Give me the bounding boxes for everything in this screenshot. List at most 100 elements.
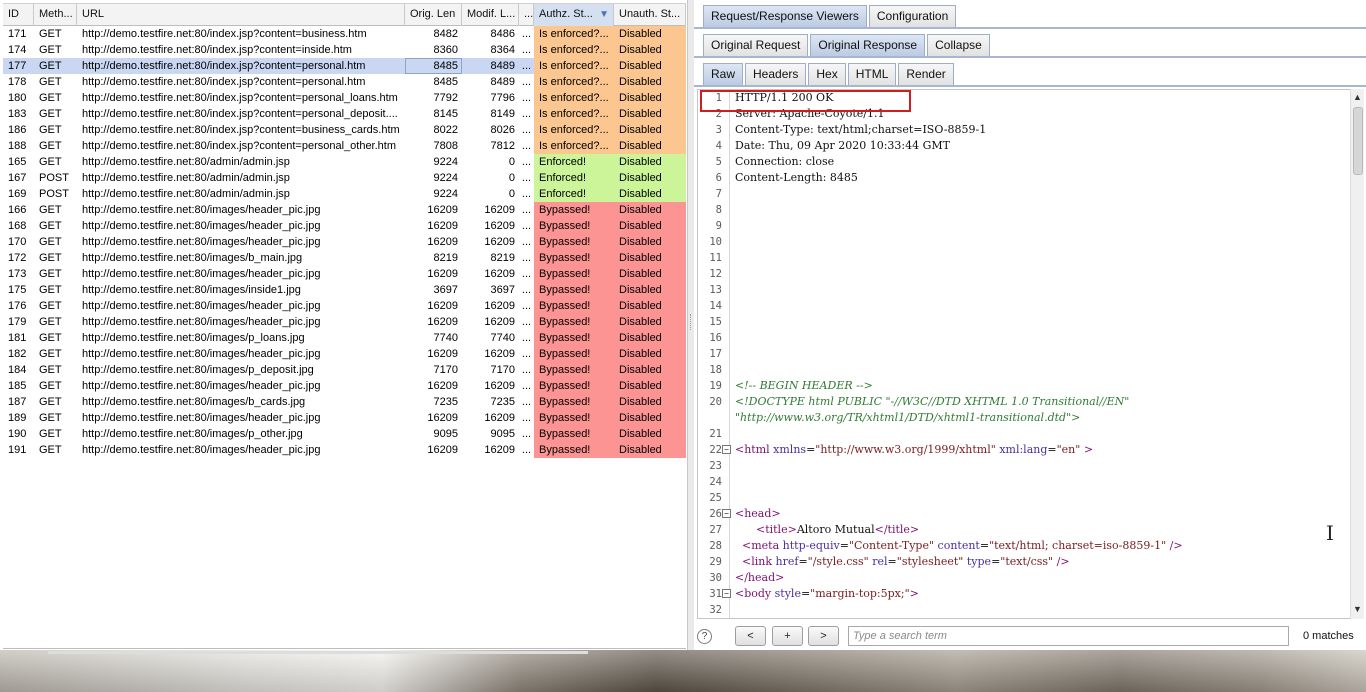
fold-toggle-icon[interactable]: − (722, 509, 731, 518)
line-text (731, 427, 735, 440)
cell-orig-len: 16209 (427, 204, 458, 216)
code-line: 22− <html xmlns="http://www.w3.org/1999/x… (709, 442, 1351, 458)
code-token: "text/css" (1000, 555, 1054, 568)
table-row[interactable]: 175 GET http://demo.testfire.net:80/images… (3, 282, 686, 298)
table-row[interactable]: 180 GET http://demo.testfire.net:80/index.… (3, 90, 686, 106)
splitter-grip-icon[interactable] (690, 314, 692, 330)
cell-extra: ... (521, 284, 532, 296)
table-row[interactable]: 181 GET http://demo.testfire.net:80/images… (3, 330, 686, 346)
cell-orig-len: 16209 (427, 444, 458, 456)
code-line: 20 <!DOCTYPE html PUBLIC "-//W3C//DTD XHT… (709, 394, 1351, 410)
column-header-method[interactable]: Meth... (34, 4, 77, 26)
line-text (731, 363, 735, 376)
tab-hex[interactable]: Hex (808, 63, 846, 85)
scroll-up-arrow-icon[interactable]: ▲ (1353, 92, 1362, 102)
table-row[interactable]: 191 GET http://demo.testfire.net:80/images… (3, 442, 686, 458)
cell-modif-len: 0 (508, 172, 515, 184)
table-row[interactable]: 178 GET http://demo.testfire.net:80/index.… (3, 74, 686, 90)
code-line: 24 (709, 474, 1351, 490)
cell-url: http://demo.testfire.net:80/images/p_oth… (82, 428, 303, 440)
table-row[interactable]: 186 GET http://demo.testfire.net:80/index.… (3, 122, 686, 138)
cell-method: GET (39, 28, 62, 40)
tab-collapse[interactable]: Collapse (927, 34, 990, 56)
help-icon[interactable]: ? (697, 629, 712, 644)
cell-extra: ... (521, 348, 532, 360)
table-row[interactable]: 177 GET http://demo.testfire.net:80/index.… (3, 58, 686, 74)
cell-url: http://demo.testfire.net:80/admin/admin.… (82, 172, 290, 184)
line-number: 11 (709, 252, 722, 264)
cell-id: 165 (8, 156, 27, 168)
table-row[interactable]: 184 GET http://demo.testfire.net:80/images… (3, 362, 686, 378)
table-row[interactable]: 185 GET http://demo.testfire.net:80/images… (3, 378, 686, 394)
code-token: HTTP/1.1 200 OK (735, 91, 834, 104)
column-header-authz-status[interactable]: Authz. St... ▼ (534, 4, 614, 26)
code-token: style (774, 587, 801, 600)
column-header-id[interactable]: ID (3, 4, 34, 26)
code-line: 19 <!-- BEGIN HEADER --> (709, 378, 1351, 394)
column-header-modif-len[interactable]: Modif. L... (462, 4, 519, 26)
cell-id: 187 (8, 396, 27, 408)
cell-authz-status: Bypassed! (534, 298, 614, 314)
column-header-unauth-status[interactable]: Unauth. St... (614, 4, 686, 26)
code-token: "en" (1056, 443, 1081, 456)
cell-extra: ... (521, 44, 532, 56)
table-row[interactable]: 183 GET http://demo.testfire.net:80/index.… (3, 106, 686, 122)
table-row[interactable]: 166 GET http://demo.testfire.net:80/images… (3, 202, 686, 218)
tab-raw[interactable]: Raw (703, 63, 744, 85)
cell-unauth-status: Disabled (614, 442, 686, 458)
cell-id: 171 (8, 28, 27, 40)
next-match-button[interactable]: > (808, 626, 839, 646)
table-row[interactable]: 172 GET http://demo.testfire.net:80/images… (3, 250, 686, 266)
fold-toggle-icon[interactable]: − (722, 589, 731, 598)
cell-extra: ... (521, 380, 532, 392)
search-options-button[interactable]: + (772, 626, 803, 646)
table-row[interactable]: 171 GET http://demo.testfire.net:80/index.… (3, 26, 686, 42)
code-area[interactable]: 1 HTTP/1.1 200 OK 2 Server: Apache-Coyote/1… (709, 90, 1351, 618)
tab-html[interactable]: HTML (847, 63, 897, 85)
tab-request-response-viewers[interactable]: Request/Response Viewers (703, 5, 867, 27)
column-header-url[interactable]: URL (77, 4, 405, 26)
cell-extra: ... (521, 444, 532, 456)
line-number: 15 (709, 316, 722, 328)
tab-original-response[interactable]: Original Response (810, 34, 926, 56)
cell-extra: ... (521, 204, 532, 216)
column-header-orig-len[interactable]: Orig. Len (405, 4, 462, 26)
table-row[interactable]: 168 GET http://demo.testfire.net:80/images… (3, 218, 686, 234)
tab-headers[interactable]: Headers (745, 63, 807, 85)
editor-vertical-scrollbar[interactable]: ▲ ▼ (1350, 89, 1364, 619)
fold-toggle-icon[interactable]: − (722, 445, 731, 454)
cell-unauth-status: Disabled (614, 122, 686, 138)
cell-url: http://demo.testfire.net:80/images/insid… (82, 284, 301, 296)
table-row[interactable]: 173 GET http://demo.testfire.net:80/images… (3, 266, 686, 282)
table-row[interactable]: 165 GET http://demo.testfire.net:80/admin/… (3, 154, 686, 170)
table-row[interactable]: 189 GET http://demo.testfire.net:80/images… (3, 410, 686, 426)
tab-configuration[interactable]: Configuration (868, 5, 957, 27)
tab-render[interactable]: Render (898, 63, 954, 85)
scrollbar-thumb[interactable] (1353, 107, 1363, 175)
table-row[interactable]: 169 POST http://demo.testfire.net:80/admin… (3, 186, 686, 202)
table-row[interactable]: 170 GET http://demo.testfire.net:80/images… (3, 234, 686, 250)
table-row[interactable]: 190 GET http://demo.testfire.net:80/images… (3, 426, 686, 442)
sort-descending-icon: ▼ (599, 9, 609, 20)
scroll-down-arrow-icon[interactable]: ▼ (1353, 604, 1362, 614)
table-row[interactable]: 176 GET http://demo.testfire.net:80/images… (3, 298, 686, 314)
table-row[interactable]: 182 GET http://demo.testfire.net:80/images… (3, 346, 686, 362)
line-number: 13 (709, 284, 722, 296)
code-line: 15 (709, 314, 1351, 330)
table-row[interactable]: 167 POST http://demo.testfire.net:80/admin… (3, 170, 686, 186)
cell-orig-len: 8360 (433, 44, 458, 56)
response-editor[interactable]: 1 HTTP/1.1 200 OK 2 Server: Apache-Coyote/1… (697, 89, 1352, 619)
cell-unauth-status: Disabled (614, 58, 686, 74)
cell-authz-status: Bypassed! (534, 266, 614, 282)
column-header-extra[interactable]: ... (519, 4, 534, 26)
search-input[interactable] (848, 626, 1289, 646)
code-token: <head> (735, 507, 781, 520)
cell-modif-len: 16209 (484, 444, 515, 456)
previous-match-button[interactable]: < (735, 626, 766, 646)
table-row[interactable]: 187 GET http://demo.testfire.net:80/images… (3, 394, 686, 410)
request-table-panel: ID Meth... URL Orig. Len Modif. L... ...… (0, 0, 688, 650)
table-row[interactable]: 174 GET http://demo.testfire.net:80/index.… (3, 42, 686, 58)
tab-original-request[interactable]: Original Request (703, 34, 809, 56)
table-row[interactable]: 179 GET http://demo.testfire.net:80/images… (3, 314, 686, 330)
table-row[interactable]: 188 GET http://demo.testfire.net:80/index.… (3, 138, 686, 154)
